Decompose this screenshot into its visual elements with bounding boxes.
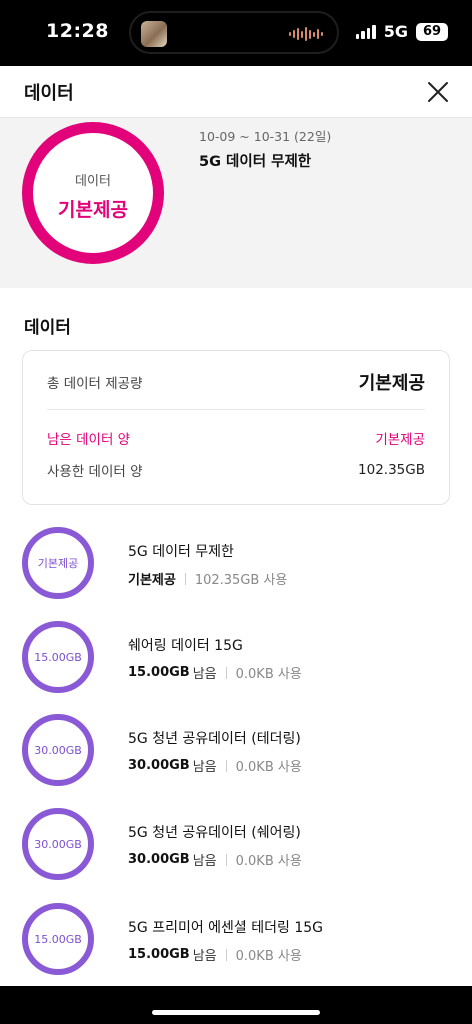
data-ring: 데이터 기본제공 (22, 122, 164, 264)
billing-period: 10-09 ~ 10-31 (22일) (199, 129, 332, 144)
data-item[interactable]: 15.00GB 쉐어링 데이터 15G 15.00GB 남음 0.0KB 사용 (22, 621, 450, 693)
network-type: 5G (383, 22, 408, 41)
data-item-name: 5G 청년 공유데이터 (쉐어링) (128, 825, 301, 841)
data-item-remaining-suffix: 남음 (192, 949, 217, 964)
status-bar: 12:28 5G 69 (0, 0, 472, 66)
stat-separator (225, 853, 227, 866)
data-item-remaining-suffix: 남음 (192, 854, 217, 869)
data-item-remaining-suffix: 남음 (192, 760, 217, 775)
data-item-remaining: 30.00GB (128, 852, 190, 867)
plan-summary: 데이터 기본제공 10-09 ~ 10-31 (22일) 5G 데이터 무제한 (0, 118, 472, 288)
used-data-value: 102.35GB (358, 462, 425, 478)
section-title: 데이터 (24, 318, 71, 338)
data-item[interactable]: 기본제공 5G 데이터 무제한 기본제공 102.35GB 사용 (22, 527, 450, 599)
data-item-remaining: 15.00GB (128, 947, 190, 962)
data-ring-label: 데이터 (75, 174, 111, 189)
data-item-remaining: 기본제공 (128, 573, 176, 588)
remaining-data-value: 기본제공 (375, 432, 425, 448)
data-item[interactable]: 30.00GB 5G 청년 공유데이터 (쉐어링) 30.00GB 남음 0.0… (22, 808, 450, 880)
dynamic-island[interactable] (129, 11, 339, 54)
data-item-ring: 기본제공 (22, 527, 94, 599)
data-item-remaining: 15.00GB (128, 665, 190, 680)
data-ring-value: 기본제공 (58, 199, 128, 221)
data-item-used: 0.0KB 사용 (235, 949, 302, 964)
divider (47, 409, 425, 410)
header: 데이터 (0, 66, 472, 118)
used-data-row: 사용한 데이터 양 102.35GB (47, 459, 425, 481)
stat-separator (225, 759, 227, 772)
total-data-label: 총 데이터 제공량 (47, 376, 143, 392)
data-item-name: 5G 데이터 무제한 (128, 544, 234, 560)
data-item-stats: 15.00GB 남음 0.0KB 사용 (128, 945, 302, 964)
remaining-data-label: 남은 데이터 양 (47, 432, 131, 448)
data-item-used: 0.0KB 사용 (235, 667, 302, 682)
data-item[interactable]: 30.00GB 5G 청년 공유데이터 (테더링) 30.00GB 남음 0.0… (22, 714, 450, 786)
data-item-stats: 30.00GB 남음 0.0KB 사용 (128, 756, 302, 775)
data-item-name: 쉐어링 데이터 15G (128, 638, 243, 654)
data-item-ring: 30.00GB (22, 808, 94, 880)
plan-name: 5G 데이터 무제한 (199, 154, 312, 170)
data-item-used: 0.0KB 사용 (235, 760, 302, 775)
total-data-value: 기본제공 (358, 373, 425, 394)
audio-wave-icon (289, 26, 323, 42)
stat-separator (225, 948, 227, 961)
remaining-data-row: 남은 데이터 양 기본제공 (47, 427, 425, 449)
home-bar-area (0, 986, 472, 1024)
data-item-stats: 기본제공 102.35GB 사용 (128, 569, 287, 588)
data-item-stats: 30.00GB 남음 0.0KB 사용 (128, 850, 302, 869)
data-item-used: 102.35GB 사용 (194, 573, 288, 588)
data-item[interactable]: 15.00GB 5G 프리미어 에센셜 테더링 15G 15.00GB 남음 0… (22, 903, 450, 975)
data-item-used: 0.0KB 사용 (235, 854, 302, 869)
page-title: 데이터 (24, 83, 74, 104)
total-data-row: 총 데이터 제공량 기본제공 (47, 369, 425, 395)
data-totals-card: 총 데이터 제공량 기본제공 남은 데이터 양 기본제공 사용한 데이터 양 1… (22, 350, 450, 505)
signal-icon (355, 24, 376, 39)
data-item-ring: 30.00GB (22, 714, 94, 786)
battery-icon: 69 (416, 22, 448, 41)
stat-separator (225, 666, 227, 679)
data-item-remaining: 30.00GB (128, 758, 190, 773)
data-item-ring: 15.00GB (22, 903, 94, 975)
data-item-remaining-suffix: 남음 (192, 667, 217, 682)
status-time: 12:28 (46, 20, 109, 42)
data-item-name: 5G 청년 공유데이터 (테더링) (128, 731, 301, 747)
now-playing-artwork (141, 21, 167, 47)
data-item-name: 5G 프리미어 에센셜 테더링 15G (128, 920, 324, 936)
data-item-ring: 15.00GB (22, 621, 94, 693)
used-data-label: 사용한 데이터 양 (47, 464, 143, 480)
close-icon[interactable] (424, 78, 452, 106)
data-item-stats: 15.00GB 남음 0.0KB 사용 (128, 663, 302, 682)
stat-separator (184, 572, 186, 585)
home-indicator[interactable] (152, 1010, 320, 1015)
data-usage-screen: 데이터 데이터 기본제공 10-09 ~ 10-31 (22일) 5G 데이터 … (0, 66, 472, 986)
